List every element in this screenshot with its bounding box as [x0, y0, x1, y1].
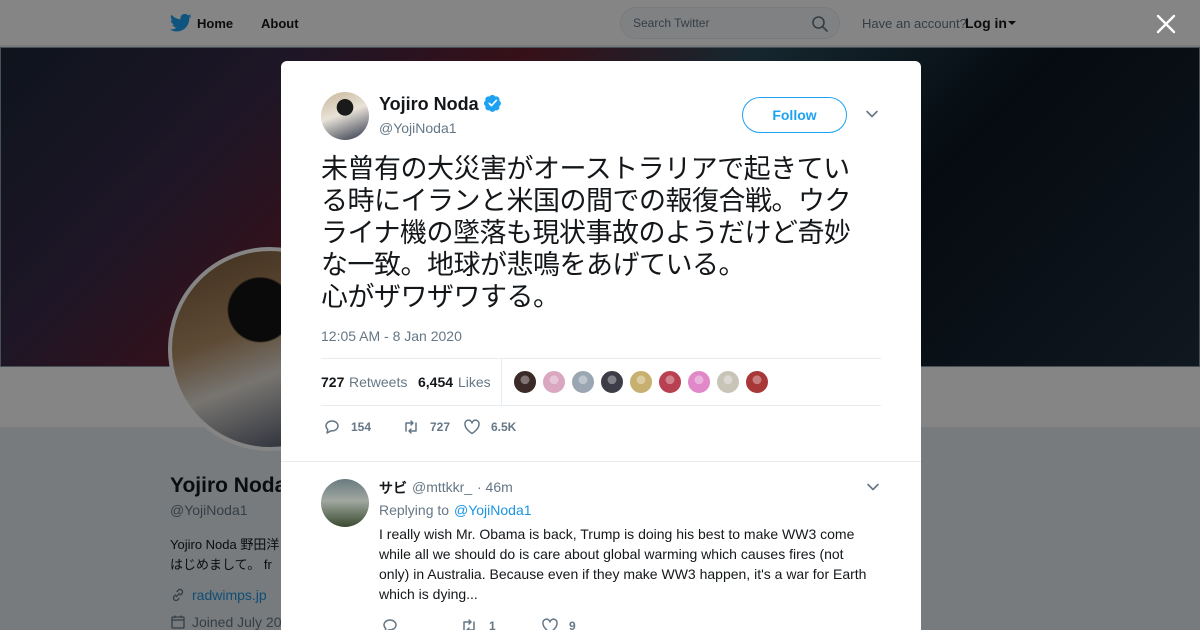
heart-icon[interactable] [463, 418, 481, 436]
reply-divider [281, 461, 921, 462]
tweet-text: 未曾有の大災害がオーストラリアで起きてい る時にイランと米国の間での報復合戦。ウ… [321, 154, 887, 314]
retweets-label[interactable]: Retweets [349, 374, 407, 390]
tweet-text-line: な一致。地球が悲鳴をあげている。 [321, 250, 746, 281]
reply-author-name[interactable]: サビ [379, 478, 407, 498]
chevron-down-icon[interactable] [866, 482, 880, 492]
close-icon[interactable] [1155, 13, 1177, 35]
reply-text-line: I really wish Mr. Obama is back, Trump i… [379, 526, 855, 542]
author-name[interactable]: Yojiro Noda [379, 94, 479, 115]
author-avatar[interactable] [321, 92, 369, 140]
reply-text-line: while all we should do is care about glo… [379, 546, 844, 562]
likes-count[interactable]: 6,454 [418, 374, 453, 390]
replying-to-link[interactable]: @YojiNoda1 [454, 502, 532, 518]
reply-time[interactable]: · 46m [477, 479, 513, 495]
tweet-text-line: 未曾有の大災害がオーストラリアで起きてい [321, 154, 850, 185]
reply-text: I really wish Mr. Obama is back, Trump i… [379, 524, 889, 604]
tweet-text-line: る時にイランと米国の間での報復合戦。ウク [321, 186, 852, 217]
liker-avatar[interactable] [745, 370, 769, 394]
tweet-text-line: ライナ機の墜落も現状事故のようだけど奇妙 [321, 218, 851, 249]
verified-badge-icon [484, 94, 501, 112]
reply-count[interactable]: 154 [351, 420, 371, 434]
stats-divider [501, 359, 502, 405]
tweet-text-line: 心がザワザワする。 [321, 282, 560, 313]
author-handle[interactable]: @YojiNoda1 [379, 120, 457, 136]
like-count[interactable]: 6.5K [491, 420, 516, 434]
tweet-stats: 727 Retweets 6,454 Likes [321, 358, 881, 406]
reply-author-handle[interactable]: @mttkkr_ [412, 479, 472, 495]
reply-author-avatar[interactable] [321, 479, 369, 527]
heart-icon[interactable] [541, 617, 559, 630]
tweet-modal: Yojiro Noda @YojiNoda1 Follow 未曾有の大災害がオー… [281, 61, 921, 630]
liker-avatar[interactable] [571, 370, 595, 394]
likes-label[interactable]: Likes [458, 374, 491, 390]
reply-text-line: only) in Australia. Because even if they… [379, 566, 867, 582]
retweet-icon[interactable] [460, 617, 478, 630]
tweet-actions: 154 727 6.5K [321, 416, 621, 438]
liker-avatar[interactable] [629, 370, 653, 394]
liker-avatar[interactable] [687, 370, 711, 394]
retweet-icon[interactable] [402, 418, 420, 436]
like-count[interactable]: 9 [569, 619, 576, 630]
reply-actions: 1 9 [379, 615, 679, 630]
follow-button[interactable]: Follow [742, 97, 847, 133]
liker-avatar[interactable] [658, 370, 682, 394]
retweets-count[interactable]: 727 [321, 374, 344, 390]
tweet-timestamp[interactable]: 12:05 AM - 8 Jan 2020 [321, 328, 462, 344]
replying-label: Replying to [379, 502, 450, 518]
retweet-count[interactable]: 727 [430, 420, 450, 434]
reply-icon[interactable] [381, 617, 399, 630]
liker-avatar[interactable] [542, 370, 566, 394]
liker-avatar[interactable] [600, 370, 624, 394]
liker-avatar[interactable] [513, 370, 537, 394]
retweet-count[interactable]: 1 [489, 619, 496, 630]
reply-text-line: which is dying... [379, 586, 478, 602]
chevron-down-icon[interactable] [865, 109, 879, 119]
reply-icon[interactable] [323, 418, 341, 436]
liker-avatar[interactable] [716, 370, 740, 394]
